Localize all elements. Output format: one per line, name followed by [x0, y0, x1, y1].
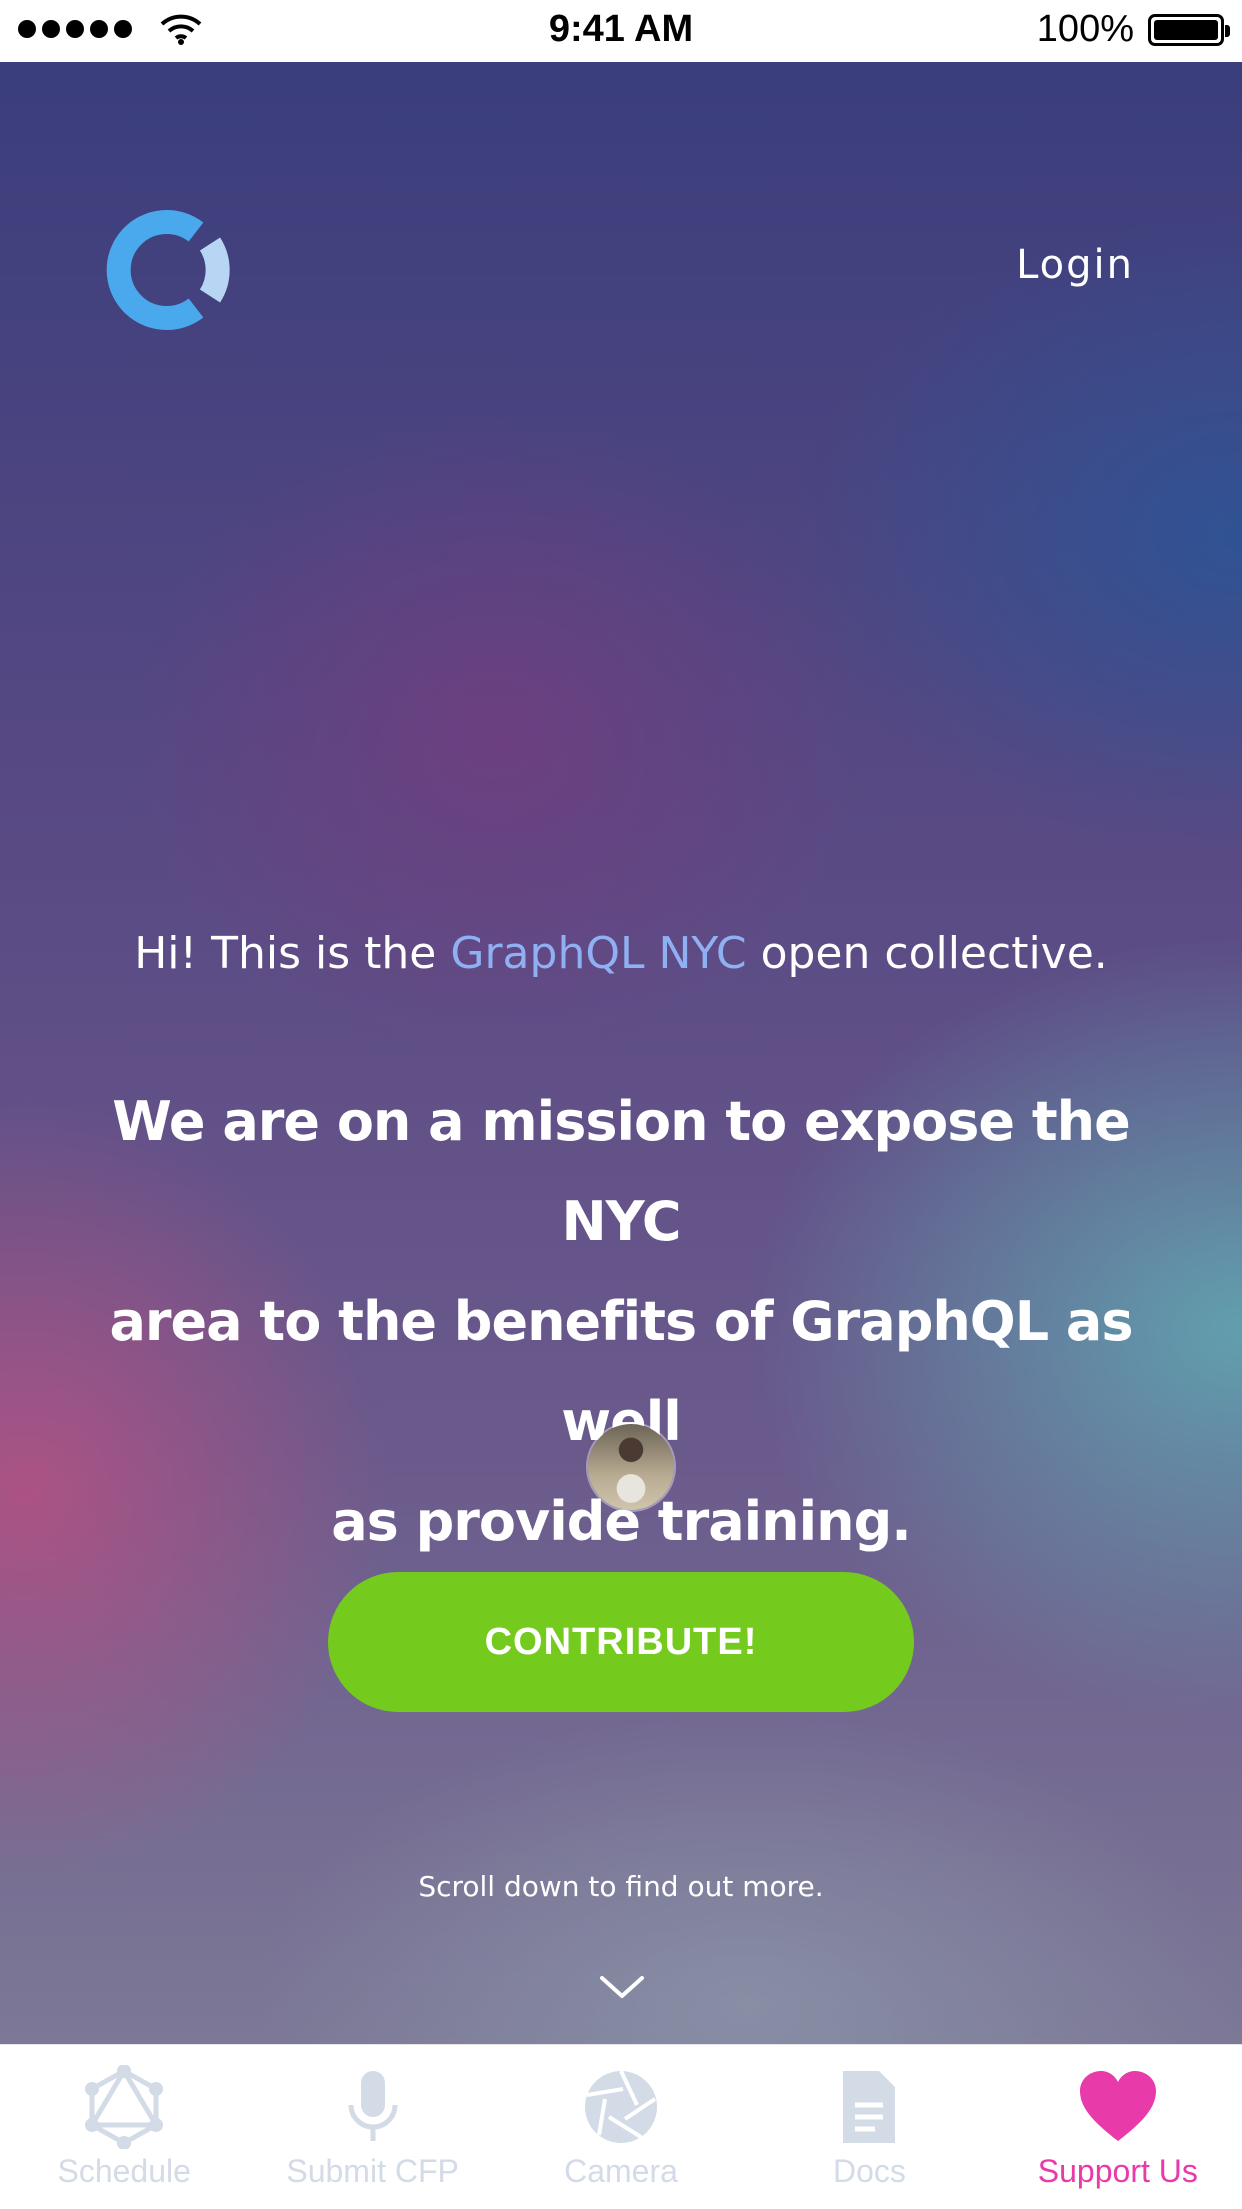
- tab-label: Submit CFP: [286, 2153, 459, 2189]
- heart-icon: [1079, 2071, 1156, 2141]
- tab-label: Camera: [564, 2153, 678, 2189]
- document-icon: [843, 2071, 896, 2143]
- intro-suffix: open collective.: [746, 928, 1108, 979]
- collective-name-link[interactable]: GraphQL NYC: [450, 928, 746, 979]
- graphql-icon: [85, 2065, 164, 2149]
- tab-docs[interactable]: Docs: [745, 2045, 993, 2209]
- member-avatar[interactable]: [588, 1424, 674, 1510]
- microphone-icon: [348, 2071, 398, 2141]
- battery-icon: [1148, 14, 1230, 46]
- login-link[interactable]: Login: [1016, 242, 1134, 288]
- camera-aperture-icon: [585, 2070, 658, 2143]
- mission-line: We are on a mission to expose the NYC: [112, 1090, 1130, 1253]
- tab-label: Support Us: [1037, 2153, 1198, 2189]
- tab-label: Docs: [832, 2153, 906, 2189]
- status-bar: 9:41 AM 100%: [0, 0, 1242, 62]
- hero-section: Login Hi! This is the GraphQL NYC open c…: [0, 62, 1242, 2044]
- battery-percent: 100%: [1036, 8, 1134, 50]
- tab-schedule[interactable]: Schedule: [0, 2045, 248, 2209]
- tab-submit-cfp[interactable]: Submit CFP: [248, 2045, 496, 2209]
- tab-support-us[interactable]: Support Us: [994, 2045, 1242, 2209]
- scroll-hint: Scroll down to find out more.: [418, 1870, 824, 1903]
- contribute-button[interactable]: CONTRIBUTE!: [328, 1572, 914, 1712]
- open-collective-logo[interactable]: [104, 204, 236, 336]
- intro-prefix: Hi! This is the: [134, 928, 451, 979]
- intro-text: Hi! This is the GraphQL NYC open collect…: [0, 928, 1242, 979]
- tab-bar: Schedule Submit CFP Camera Docs Support …: [0, 2044, 1242, 2209]
- chevron-down-icon[interactable]: [598, 1972, 646, 2002]
- tab-label: Schedule: [57, 2153, 191, 2189]
- tab-camera[interactable]: Camera: [497, 2045, 745, 2209]
